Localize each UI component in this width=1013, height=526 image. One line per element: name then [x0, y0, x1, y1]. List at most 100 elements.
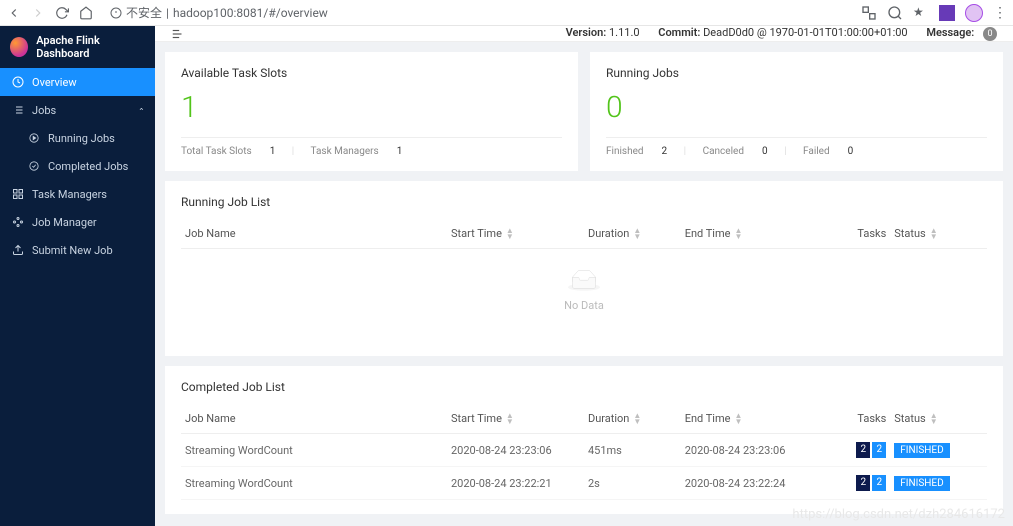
col-status[interactable]: Status [894, 412, 925, 425]
cell-start: 2020-08-24 23:22:21 [447, 467, 584, 500]
version-value: 1.11.0 [609, 26, 640, 39]
table-row[interactable]: Streaming WordCount 2020-08-24 23:22:21 … [181, 467, 987, 500]
sidebar-label-jobs: Jobs [32, 104, 56, 117]
sidebar-label-overview: Overview [32, 76, 77, 89]
url-text[interactable]: hadoop100:8081/#/overview [173, 6, 328, 20]
version-label: Version: [566, 26, 607, 39]
running-job-list-panel: Running Job List Job Name Start Time Dur… [165, 181, 1003, 356]
canceled-label: Canceled [703, 146, 744, 157]
sidebar-label-tm: Task Managers [32, 188, 107, 201]
failed-value: 0 [848, 146, 854, 157]
col-end-time[interactable]: End Time [685, 227, 731, 240]
sort-icon[interactable] [506, 228, 514, 240]
forward-icon[interactable] [30, 5, 46, 21]
sidebar-item-job-manager[interactable]: Job Manager [0, 208, 155, 236]
col-tasks[interactable]: Tasks [857, 227, 886, 240]
col-job-name[interactable]: Job Name [185, 412, 236, 425]
play-icon [28, 132, 40, 144]
check-icon [28, 160, 40, 172]
col-start-time[interactable]: Start Time [451, 227, 502, 240]
sort-icon[interactable] [734, 413, 742, 425]
sidebar-item-jobs[interactable]: Jobs ⌄ [0, 96, 155, 124]
col-end-time[interactable]: End Time [685, 412, 731, 425]
empty-box-icon [568, 269, 600, 293]
completed-list-title: Completed Job List [181, 380, 987, 394]
sort-icon[interactable] [930, 413, 938, 425]
table-row[interactable]: Streaming WordCount 2020-08-24 23:23:06 … [181, 434, 987, 467]
search-icon[interactable] [887, 5, 903, 21]
empty-state: No Data [181, 249, 987, 342]
finished-label: Finished [606, 146, 644, 157]
message-label: Message: [926, 26, 974, 39]
empty-text: No Data [181, 299, 987, 312]
sidebar-item-task-managers[interactable]: Task Managers [0, 180, 155, 208]
extension-icon[interactable] [939, 5, 955, 21]
status-badge: FINISHED [894, 476, 949, 491]
cell-job-name: Streaming WordCount [181, 467, 447, 500]
canceled-value: 0 [762, 146, 768, 157]
home-icon[interactable] [78, 5, 94, 21]
col-duration[interactable]: Duration [588, 412, 629, 425]
available-slots-card: Available Task Slots 1 Total Task Slots1… [165, 52, 578, 171]
topbar: Version: 1.11.0 Commit: DeadD0d0 @ 1970-… [155, 26, 1013, 42]
running-jobs-card: Running Jobs 0 Finished2 | Canceled0 | F… [590, 52, 1003, 171]
upload-icon [12, 244, 24, 256]
sort-icon[interactable] [506, 413, 514, 425]
sidebar-label-running: Running Jobs [48, 132, 115, 145]
total-slots-value: 1 [270, 146, 276, 157]
task-badge: 2 [872, 475, 886, 491]
back-icon[interactable] [6, 5, 22, 21]
sort-icon[interactable] [633, 228, 641, 240]
cluster-icon [12, 216, 24, 228]
dashboard-icon [12, 76, 24, 88]
col-duration[interactable]: Duration [588, 227, 629, 240]
sort-icon[interactable] [734, 228, 742, 240]
browser-chrome: 不安全 | hadoop100:8081/#/overview ★ ⋮ [0, 0, 1013, 26]
reload-icon[interactable] [54, 5, 70, 21]
sort-icon[interactable] [930, 228, 938, 240]
logo: Apache Flink Dashboard [0, 26, 155, 68]
total-slots-label: Total Task Slots [181, 146, 252, 157]
task-badge: 2 [856, 475, 870, 491]
table-header-row: Job Name Start Time Duration End Time Ta… [181, 219, 987, 249]
tm-count-value: 1 [397, 146, 403, 157]
commit-value: DeadD0d0 @ 1970-01-01T01:00:00+01:00 [703, 26, 908, 39]
col-tasks[interactable]: Tasks [857, 412, 886, 425]
cell-start: 2020-08-24 23:23:06 [447, 434, 584, 467]
task-badge: 2 [872, 442, 886, 458]
completed-job-list-panel: Completed Job List Job Name Start Time D… [165, 366, 1003, 514]
slots-value: 1 [181, 90, 562, 125]
sidebar: Apache Flink Dashboard Overview Jobs ⌄ R… [0, 26, 155, 526]
sidebar-label-submit: Submit New Job [32, 244, 113, 257]
star-icon[interactable]: ★ [913, 5, 929, 21]
sidebar-item-overview[interactable]: Overview [0, 68, 155, 96]
cell-job-name: Streaming WordCount [181, 434, 447, 467]
translate-icon[interactable] [861, 5, 877, 21]
sidebar-item-completed-jobs[interactable]: Completed Jobs [0, 152, 155, 180]
sidebar-item-submit-job[interactable]: Submit New Job [0, 236, 155, 264]
sort-icon[interactable] [633, 413, 641, 425]
sidebar-label-jm: Job Manager [32, 216, 97, 229]
sidebar-label-completed: Completed Jobs [48, 160, 128, 173]
collapse-menu-icon[interactable] [171, 27, 185, 41]
tm-count-label: Task Managers [311, 146, 379, 157]
table-header-row: Job Name Start Time Duration End Time Ta… [181, 404, 987, 434]
app-title: Apache Flink Dashboard [36, 34, 145, 60]
insecure-label: 不安全 [126, 4, 162, 21]
sidebar-item-running-jobs[interactable]: Running Jobs [0, 124, 155, 152]
grid-icon [12, 188, 24, 200]
list-icon [12, 104, 24, 116]
col-status[interactable]: Status [894, 227, 925, 240]
col-start-time[interactable]: Start Time [451, 412, 502, 425]
col-job-name[interactable]: Job Name [185, 227, 236, 240]
task-badge: 2 [856, 442, 870, 458]
menu-dots-icon[interactable]: ⋮ [993, 6, 1007, 20]
chevron-up-icon: ⌄ [138, 106, 145, 115]
message-count-badge[interactable]: 0 [983, 27, 997, 41]
cell-end: 2020-08-24 23:23:06 [681, 434, 818, 467]
profile-avatar[interactable] [965, 4, 983, 22]
info-insecure-icon [110, 7, 122, 19]
finished-value: 2 [662, 146, 668, 157]
cell-duration: 451ms [584, 434, 681, 467]
running-list-title: Running Job List [181, 195, 987, 209]
